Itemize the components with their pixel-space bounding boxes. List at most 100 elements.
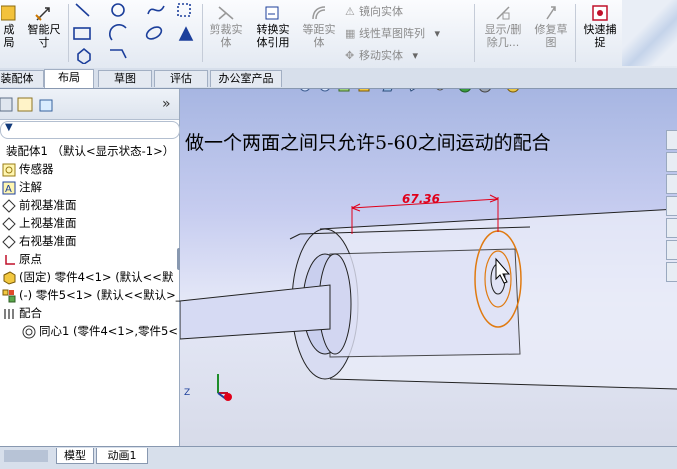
- tree-item-mates[interactable]: 配合: [2, 304, 42, 322]
- section-view-icon: [358, 89, 370, 92]
- property-manager-tab-icon: [17, 97, 33, 112]
- tree-item-label: 右视基准面: [19, 234, 77, 248]
- scene-icon: [479, 89, 491, 93]
- tree-item-front-plane[interactable]: 前视基准面: [2, 196, 77, 214]
- filter-dropdown-icon[interactable]: ▼: [5, 122, 13, 133]
- linear-pattern-dropdown-icon[interactable]: ▾: [435, 27, 441, 40]
- task-pane-resources-tab[interactable]: [666, 130, 677, 150]
- tree-item-origin[interactable]: 原点: [2, 250, 42, 268]
- tab-sketch[interactable]: 草图: [98, 70, 152, 87]
- tab-layout[interactable]: 布局: [44, 69, 94, 88]
- tab-animation1[interactable]: 动画1: [96, 448, 148, 464]
- line-tool-icon: [75, 3, 90, 17]
- dimension-value[interactable]: 67.36: [402, 192, 440, 206]
- offset-label: 等距实 体: [302, 23, 336, 49]
- linear-pattern-icon: ▦: [345, 27, 356, 40]
- tree-item-concentric1[interactable]: 同心1 (零件4<1>,零件5<: [22, 322, 178, 340]
- convert-entities-button[interactable]: 转换实 体引用: [250, 4, 296, 49]
- origin-icon: [5, 254, 15, 265]
- tutorial-headline: 做一个两面之间只允许5-60之间运动的配合: [185, 132, 551, 154]
- layout-button-label: 成 局: [3, 23, 15, 49]
- tab-evaluate[interactable]: 评估: [154, 70, 208, 87]
- tree-item-label: 配合: [19, 306, 42, 320]
- trim-label: 剪裁实 体: [209, 23, 243, 49]
- view-orientation-icon: [382, 89, 393, 92]
- mirror-entities-button[interactable]: ⚠ 镜向实体: [345, 3, 403, 19]
- move-entities-button[interactable]: ✥ 移动实体 ▾: [345, 47, 418, 63]
- tree-filter-field[interactable]: ▼: [0, 121, 180, 139]
- panel-more-button[interactable]: »: [162, 96, 171, 112]
- circle-tool-icon: [111, 3, 125, 17]
- triad-z-label: Z: [184, 388, 191, 398]
- zoom-area-icon: [320, 89, 330, 92]
- convert-entities-label: 转换实 体引用: [256, 23, 290, 49]
- show-delete-relations-button[interactable]: 显示/删 除几...: [478, 4, 528, 49]
- task-pane-view-palette-tab[interactable]: [666, 218, 677, 238]
- trim-icon: [218, 6, 234, 20]
- tab-office-products[interactable]: 办公室产品: [210, 70, 282, 87]
- plane-icon: [2, 198, 16, 213]
- tree-item-right-plane[interactable]: 右视基准面: [2, 232, 77, 250]
- task-pane-search-tab[interactable]: [666, 196, 677, 216]
- ribbon-decoration: [622, 0, 677, 66]
- tree-item-annotations[interactable]: A 注解: [2, 178, 42, 196]
- plane-icon: [2, 234, 16, 249]
- task-pane-design-library-tab[interactable]: [666, 152, 677, 172]
- tree-item-label: 同心1 (零件4<1>,零件5<: [39, 324, 178, 338]
- panel-tab-icons[interactable]: [0, 96, 60, 114]
- part-icon: [3, 270, 16, 285]
- task-pane-appearances-tab[interactable]: [666, 240, 677, 260]
- relations-icon: [496, 6, 510, 20]
- quick-snap-label: 快速捕 捉: [583, 23, 617, 49]
- heads-up-toolbar-icons[interactable]: [295, 89, 595, 98]
- quick-snap-icon: [592, 5, 608, 21]
- tab-model[interactable]: 模型: [56, 448, 94, 464]
- tree-item-part4[interactable]: (固定) 零件4<1> (默认<<默: [2, 268, 173, 286]
- tree-item-label: 装配体1 （默认<显示状态-1>）: [6, 144, 175, 158]
- zoom-to-fit-icon: [300, 89, 310, 92]
- panel-toolbar: »: [0, 89, 179, 120]
- mates-icon: [4, 308, 14, 319]
- appearance-icon: [459, 89, 471, 93]
- concentric-icon: [22, 325, 36, 338]
- mirror-label: 镜向实体: [359, 5, 403, 18]
- move-dropdown-icon[interactable]: ▾: [413, 49, 419, 62]
- hide-show-icon: [436, 89, 444, 91]
- polygon-tool-icon: [77, 47, 91, 64]
- task-pane-custom-props-tab[interactable]: [666, 262, 677, 282]
- plane-icon: [2, 216, 16, 231]
- annotation-icon: A: [2, 181, 16, 195]
- tab-scroll-buttons[interactable]: [4, 450, 48, 462]
- tree-item-top-plane[interactable]: 上视基准面: [2, 214, 77, 232]
- move-label: 移动实体: [359, 49, 403, 62]
- arc-tool-icon: [109, 24, 127, 41]
- layout-button[interactable]: 成 局: [0, 4, 18, 49]
- text-tool-icon: [178, 26, 194, 41]
- tree-item-sensors[interactable]: 传感器: [2, 160, 54, 178]
- feature-tree-tab-icon: [0, 97, 13, 112]
- command-manager-ribbon: 成 局 智能尺 寸 剪裁实 体 转换实 体引用 等距实 体 ⚠ 镜向实体 ▦ 线…: [0, 0, 677, 69]
- tree-item-label: 上视基准面: [19, 216, 77, 230]
- spline-tool-icon: [147, 5, 165, 15]
- bottom-tab-bar: 模型 动画1: [0, 446, 677, 469]
- trim-entities-button[interactable]: 剪裁实 体: [205, 4, 247, 49]
- view-settings-icon: [507, 89, 519, 93]
- task-pane-file-explorer-tab[interactable]: [666, 174, 677, 194]
- tree-item-assembly[interactable]: 装配体1 （默认<显示状态-1>）: [6, 142, 174, 160]
- axis-triad: [217, 374, 232, 401]
- offset-entities-button[interactable]: 等距实 体: [298, 4, 340, 49]
- convert-entities-icon: [265, 6, 279, 20]
- sketch-tools-grid[interactable]: [72, 2, 200, 64]
- tab-assembly[interactable]: 装配体: [0, 70, 44, 87]
- smart-dimension-button[interactable]: 智能尺 寸: [22, 4, 66, 49]
- slot-tool-icon: [110, 49, 127, 59]
- display-style-icon: [409, 89, 416, 92]
- quick-snaps-button[interactable]: 快速捕 捉: [578, 4, 622, 49]
- command-tabs: 装配体 布局 草图 评估 办公室产品: [0, 68, 677, 89]
- linear-sketch-pattern-button[interactable]: ▦ 线性草图阵列 ▾: [345, 25, 440, 41]
- tree-item-part5[interactable]: (-) 零件5<1> (默认<<默认>_: [2, 286, 181, 304]
- layout-icon: [1, 5, 16, 21]
- repair-sketch-button[interactable]: 修复草 图: [530, 4, 572, 49]
- tree-item-label: 注解: [19, 180, 42, 194]
- offset-icon: [312, 6, 326, 20]
